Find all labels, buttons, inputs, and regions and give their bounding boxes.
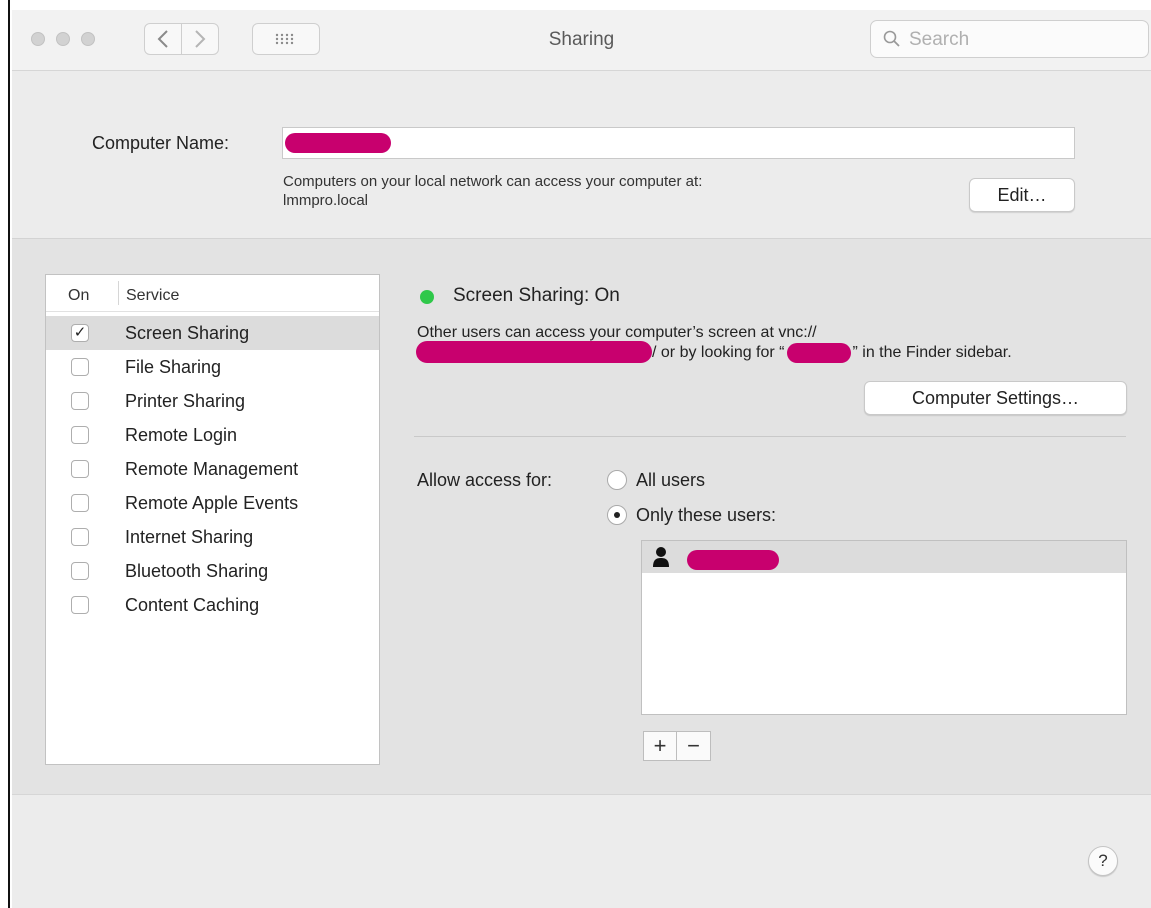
service-row-printer-sharing[interactable]: Printer Sharing: [46, 384, 379, 418]
service-row-file-sharing[interactable]: File Sharing: [46, 350, 379, 384]
checkbox-printer-sharing[interactable]: [71, 392, 89, 410]
column-header-service[interactable]: Service: [126, 287, 179, 305]
search-input[interactable]: [907, 26, 1141, 54]
service-label: Printer Sharing: [125, 391, 246, 411]
column-divider: [118, 281, 119, 305]
checkbox-file-sharing[interactable]: [71, 358, 89, 376]
search-icon: [883, 30, 900, 47]
computer-name-section: Computer Name: Computers on your local n…: [12, 71, 1151, 239]
checkbox-screen-sharing[interactable]: ✓: [71, 324, 89, 342]
radio-only-these-users[interactable]: [607, 505, 627, 525]
service-row-content-caching[interactable]: Content Caching: [46, 588, 379, 622]
service-row-remote-login[interactable]: Remote Login: [46, 418, 379, 452]
radio-all-users-label[interactable]: All users: [636, 470, 705, 491]
service-row-bluetooth-sharing[interactable]: Bluetooth Sharing: [46, 554, 379, 588]
service-row-screen-sharing[interactable]: ✓ Screen Sharing: [46, 316, 379, 350]
edit-button[interactable]: Edit…: [969, 178, 1075, 212]
user-icon: [653, 547, 669, 567]
title-bar: Sharing: [12, 10, 1151, 71]
service-row-remote-management[interactable]: Remote Management: [46, 452, 379, 486]
user-row[interactable]: [642, 541, 1126, 573]
service-row-remote-apple-events[interactable]: Remote Apple Events: [46, 486, 379, 520]
service-list-header: On Service: [46, 275, 379, 312]
status-indicator-icon: [420, 290, 434, 304]
access-info-part2: ” in the Finder sidebar.: [852, 344, 1012, 361]
checkbox-remote-login[interactable]: [71, 426, 89, 444]
redacted-computer-name: [785, 342, 853, 363]
network-description: Computers on your local network can acce…: [283, 173, 703, 190]
service-label: File Sharing: [125, 357, 222, 377]
service-label: Bluetooth Sharing: [125, 561, 269, 581]
access-info-line1: Other users can access your computer’s s…: [417, 324, 817, 341]
checkbox-internet-sharing[interactable]: [71, 528, 89, 546]
section-divider: [414, 436, 1126, 437]
local-hostname: lmmpro.local: [283, 192, 369, 209]
add-remove-controls: + −: [643, 731, 711, 761]
remove-user-button[interactable]: −: [677, 731, 711, 761]
computer-name-label: Computer Name:: [92, 133, 230, 153]
users-list: [641, 540, 1127, 715]
main-section: On Service ✓ Screen Sharing File Sharing…: [12, 239, 1151, 795]
service-label: Screen Sharing: [125, 323, 250, 343]
allow-access-label: Allow access for:: [417, 470, 553, 490]
service-label: Remote Management: [125, 459, 299, 479]
radio-only-these-users-label[interactable]: Only these users:: [636, 505, 776, 526]
service-list: On Service ✓ Screen Sharing File Sharing…: [45, 274, 380, 765]
service-label: Internet Sharing: [125, 527, 254, 547]
service-row-internet-sharing[interactable]: Internet Sharing: [46, 520, 379, 554]
access-info-part1: / or by looking for “: [652, 344, 785, 361]
service-status: Screen Sharing: On: [453, 285, 620, 306]
computer-settings-button[interactable]: Computer Settings…: [864, 381, 1127, 415]
computer-name-field[interactable]: [282, 127, 1075, 159]
help-button[interactable]: ?: [1088, 846, 1118, 876]
sharing-window: Sharing Computer Name: Computers on your…: [12, 10, 1151, 908]
checkbox-content-caching[interactable]: [71, 596, 89, 614]
redacted-address: [416, 340, 652, 363]
checkbox-bluetooth-sharing[interactable]: [71, 562, 89, 580]
add-user-button[interactable]: +: [643, 731, 677, 761]
redacted-username: [687, 550, 779, 570]
redaction-mark: [285, 133, 391, 153]
radio-all-users[interactable]: [607, 470, 627, 490]
checkbox-remote-management[interactable]: [71, 460, 89, 478]
search-field[interactable]: [870, 20, 1149, 58]
radio-selected-dot: [614, 512, 620, 518]
column-header-on[interactable]: On: [68, 287, 89, 305]
access-info-line2: / or by looking for “ ” in the Finder si…: [416, 340, 1128, 363]
service-label: Remote Apple Events: [125, 493, 299, 513]
service-label: Content Caching: [125, 595, 260, 615]
checkbox-remote-apple-events[interactable]: [71, 494, 89, 512]
service-label: Remote Login: [125, 425, 238, 445]
desktop-edge: [0, 0, 10, 908]
